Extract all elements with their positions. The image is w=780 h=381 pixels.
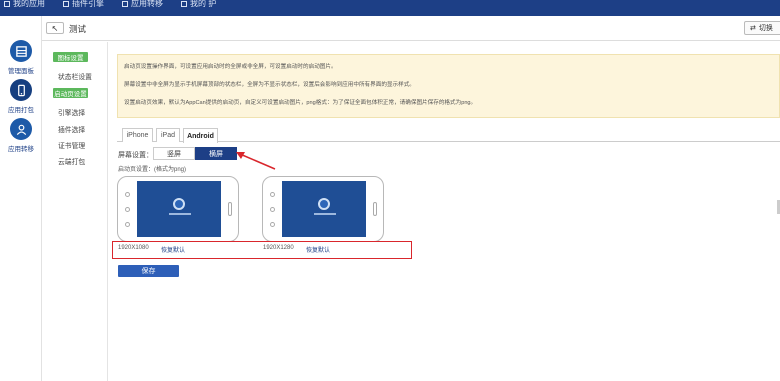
tab-android[interactable]: Android [183, 128, 218, 143]
app-logo-icon [173, 198, 185, 210]
phone-dot [270, 222, 275, 227]
apps-icon [4, 0, 10, 7]
save-button[interactable]: 保存 [118, 265, 179, 277]
phone-dot [125, 192, 130, 197]
topnav-label: 我的 护 [190, 0, 217, 7]
menu-item-cloud-build[interactable]: 云端打包 [58, 156, 85, 166]
topnav-item-apps[interactable]: 我的应用 [4, 0, 45, 7]
resolution-size: 1920X1080 [118, 245, 149, 251]
brand-mark [314, 213, 336, 215]
tab-iphone[interactable]: iPhone [122, 128, 153, 142]
launch-image [137, 181, 221, 237]
menu-group-icon-settings[interactable]: 图标设置 [53, 52, 88, 62]
page-header: ↖ 测试 ⇄ 切换 [42, 16, 780, 41]
page-title: 测试 [69, 24, 87, 34]
info-notice: 启动页设置操作界面，可设置应用启动时的全屏或非全屏，可设置启动时的启动图片。 屏… [117, 54, 780, 118]
phone-dot [125, 207, 130, 212]
orientation-label: 屏幕设置： [118, 152, 153, 159]
swap-icon: ⇄ [750, 25, 756, 32]
menu-group-launch-settings[interactable]: 启动页设置 [53, 88, 88, 98]
launch-image-preview[interactable] [117, 176, 239, 242]
app-logo-icon [318, 198, 330, 210]
user-icon [181, 0, 187, 7]
topnav-item-user[interactable]: 我的 护 [181, 0, 216, 7]
menu-item-statusbar[interactable]: 状态栏设置 [58, 71, 92, 81]
brand-mark [169, 213, 191, 215]
transfer-icon [10, 118, 32, 140]
phone-button [228, 202, 232, 216]
notice-line: 设置启动页效果，默认为AppCan提供的启动页，自定义可设置启动图片，png格式… [124, 100, 477, 106]
topnav-label: 插件引擎 [72, 0, 104, 7]
phone-dot [270, 207, 275, 212]
sidebar: 管理面板 应用打包 应用转移 [0, 16, 42, 381]
transfer-icon [122, 0, 128, 7]
launch-image-preview[interactable] [262, 176, 384, 242]
tab-ipad[interactable]: iPad [156, 128, 180, 142]
launch-image-label: 启动页设置：(格式为png) [118, 167, 187, 173]
dashboard-icon [10, 40, 32, 62]
phone-dot [125, 222, 130, 227]
menu-item-plugins[interactable]: 插件选择 [58, 124, 85, 134]
top-navigation: 我的应用 插件引擎 应用转移 我的 护 [0, 0, 780, 16]
sidebar-item-label: 管理面板 [8, 68, 34, 75]
secondary-menu: 图标设置 状态栏设置 启动页设置 引擎选择 插件选择 证书管理 云端打包 [42, 42, 108, 381]
switch-button[interactable]: ⇄ 切换 [744, 21, 780, 35]
landscape-button[interactable]: 横屏 [195, 147, 237, 160]
phone-dot [270, 192, 275, 197]
sidebar-item-dashboard[interactable]: 管理面板 [0, 40, 42, 75]
topnav-item-plugins[interactable]: 插件引擎 [63, 0, 104, 7]
reset-default-link[interactable]: 恢复默认 [306, 245, 330, 254]
notice-line: 屏幕设置中非全屏为显示手机屏幕顶部的状态栏，全屏为不显示状态栏，设置后会影响到应… [124, 82, 415, 88]
notice-line: 启动页设置操作界面，可设置应用启动时的全屏或非全屏，可设置启动时的启动图片。 [124, 64, 337, 70]
phone-button [373, 202, 377, 216]
launch-image [282, 181, 366, 237]
sidebar-item-label: 应用打包 [8, 107, 34, 114]
sidebar-item-transfer[interactable]: 应用转移 [0, 118, 42, 153]
plugin-icon [63, 0, 69, 7]
back-arrow-icon: ↖ [51, 23, 59, 33]
switch-label: 切换 [758, 25, 773, 32]
topnav-label: 应用转移 [131, 0, 163, 7]
back-button[interactable]: ↖ [46, 22, 64, 34]
portrait-button[interactable]: 竖屏 [153, 147, 195, 160]
menu-item-certificates[interactable]: 证书管理 [58, 140, 85, 150]
resolution-highlight [112, 241, 412, 259]
reset-default-link[interactable]: 恢复默认 [161, 245, 185, 254]
menu-item-engine[interactable]: 引擎选择 [58, 107, 85, 117]
topnav-label: 我的应用 [13, 0, 45, 7]
package-icon [10, 79, 32, 101]
topnav-item-transfer[interactable]: 应用转移 [122, 0, 163, 7]
sidebar-item-label: 应用转移 [8, 146, 34, 153]
resolution-size: 1920X1280 [263, 245, 294, 251]
sidebar-item-package[interactable]: 应用打包 [0, 79, 42, 114]
